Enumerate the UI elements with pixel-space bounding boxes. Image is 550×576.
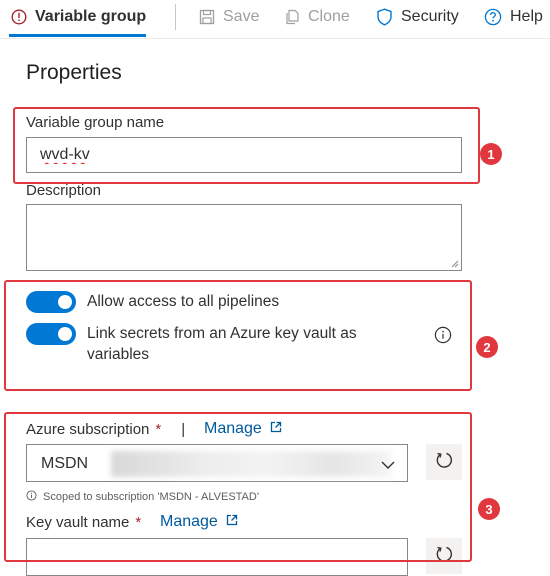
security-label: Security [401,8,459,25]
save-icon [199,9,215,25]
clone-button[interactable]: Clone [284,0,350,34]
active-tab-indicator [9,34,146,37]
shield-icon [376,8,393,26]
page-title: Properties [26,61,122,84]
description-input[interactable] [27,205,461,270]
annotation-badge-1: 1 [480,143,502,165]
tab-variable-group[interactable]: Variable group [11,0,146,34]
annotation-box-2 [4,280,472,391]
description-label: Description [26,182,102,199]
security-button[interactable]: Security [376,0,459,34]
resize-grip-icon[interactable] [451,260,459,268]
annotation-box-1 [13,107,480,184]
tab-variable-group-label: Variable group [35,8,147,25]
toolbar: Variable group Save Clone Security Help [0,0,550,39]
annotation-box-3 [4,412,472,562]
help-button[interactable]: Help [484,0,543,34]
help-icon [484,8,502,26]
annotation-badge-2: 2 [476,336,498,358]
clone-icon [284,9,300,25]
help-label: Help [510,8,543,25]
toolbar-separator [175,4,176,30]
annotation-badge-3: 3 [478,498,500,520]
error-circle-icon [11,9,27,25]
save-label: Save [223,8,260,25]
save-button[interactable]: Save [199,0,259,34]
clone-label: Clone [308,8,350,25]
description-field[interactable] [26,204,462,271]
